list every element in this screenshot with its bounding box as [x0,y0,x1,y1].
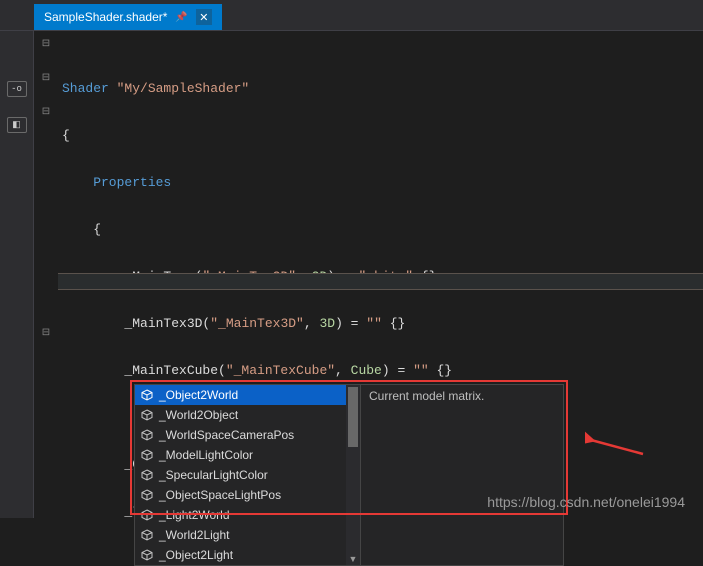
fold-gutter: ⊟⊟ ⊟ ⊟ [34,31,58,518]
autocomplete-item[interactable]: _Object2World [135,385,360,405]
autocomplete-item[interactable]: _Light2World [135,505,360,525]
pin-icon[interactable]: 📌 [175,12,187,23]
snippet-icon [141,489,153,501]
tab-bar: SampleShader.shader* 📌 ✕ [0,0,703,30]
autocomplete-item[interactable]: _World2Object [135,405,360,425]
close-icon[interactable]: ✕ [196,9,212,25]
side-toolbar: -o ◧ [0,31,34,518]
autocomplete-item[interactable]: _ModelLightColor [135,445,360,465]
snippet-icon [141,469,153,481]
snippet-icon [141,409,153,421]
file-tab[interactable]: SampleShader.shader* 📌 ✕ [34,4,222,30]
snippet-icon [141,449,153,461]
snippet-icon [141,549,153,561]
autocomplete-tooltip: Current model matrix. [360,385,563,565]
autocomplete-item[interactable]: _SpecularLightColor [135,465,360,485]
chevron-down-icon[interactable]: ▼ [346,553,360,565]
current-line-highlight [58,273,703,290]
snippet-icon [141,429,153,441]
toolbar-button[interactable]: ◧ [7,117,27,133]
autocomplete-item[interactable]: _ObjectSpaceLightPos [135,485,360,505]
scroll-thumb[interactable] [348,387,358,447]
autocomplete-label: _Object2World [159,388,238,402]
snippet-icon [141,509,153,521]
autocomplete-item[interactable]: _WorldSpaceCameraPos [135,425,360,445]
toolbar-button[interactable]: -o [7,81,27,97]
autocomplete-item[interactable]: _Object2Light [135,545,360,565]
snippet-icon [141,529,153,541]
autocomplete-item[interactable]: _World2Light [135,525,360,545]
autocomplete-list[interactable]: _Object2World _World2Object _WorldSpaceC… [135,385,360,565]
tab-title: SampleShader.shader* [44,10,167,24]
autocomplete-popup: _Object2World _World2Object _WorldSpaceC… [134,384,564,566]
autocomplete-scrollbar[interactable]: ▲ ▼ [346,385,360,565]
snippet-icon [141,389,153,401]
